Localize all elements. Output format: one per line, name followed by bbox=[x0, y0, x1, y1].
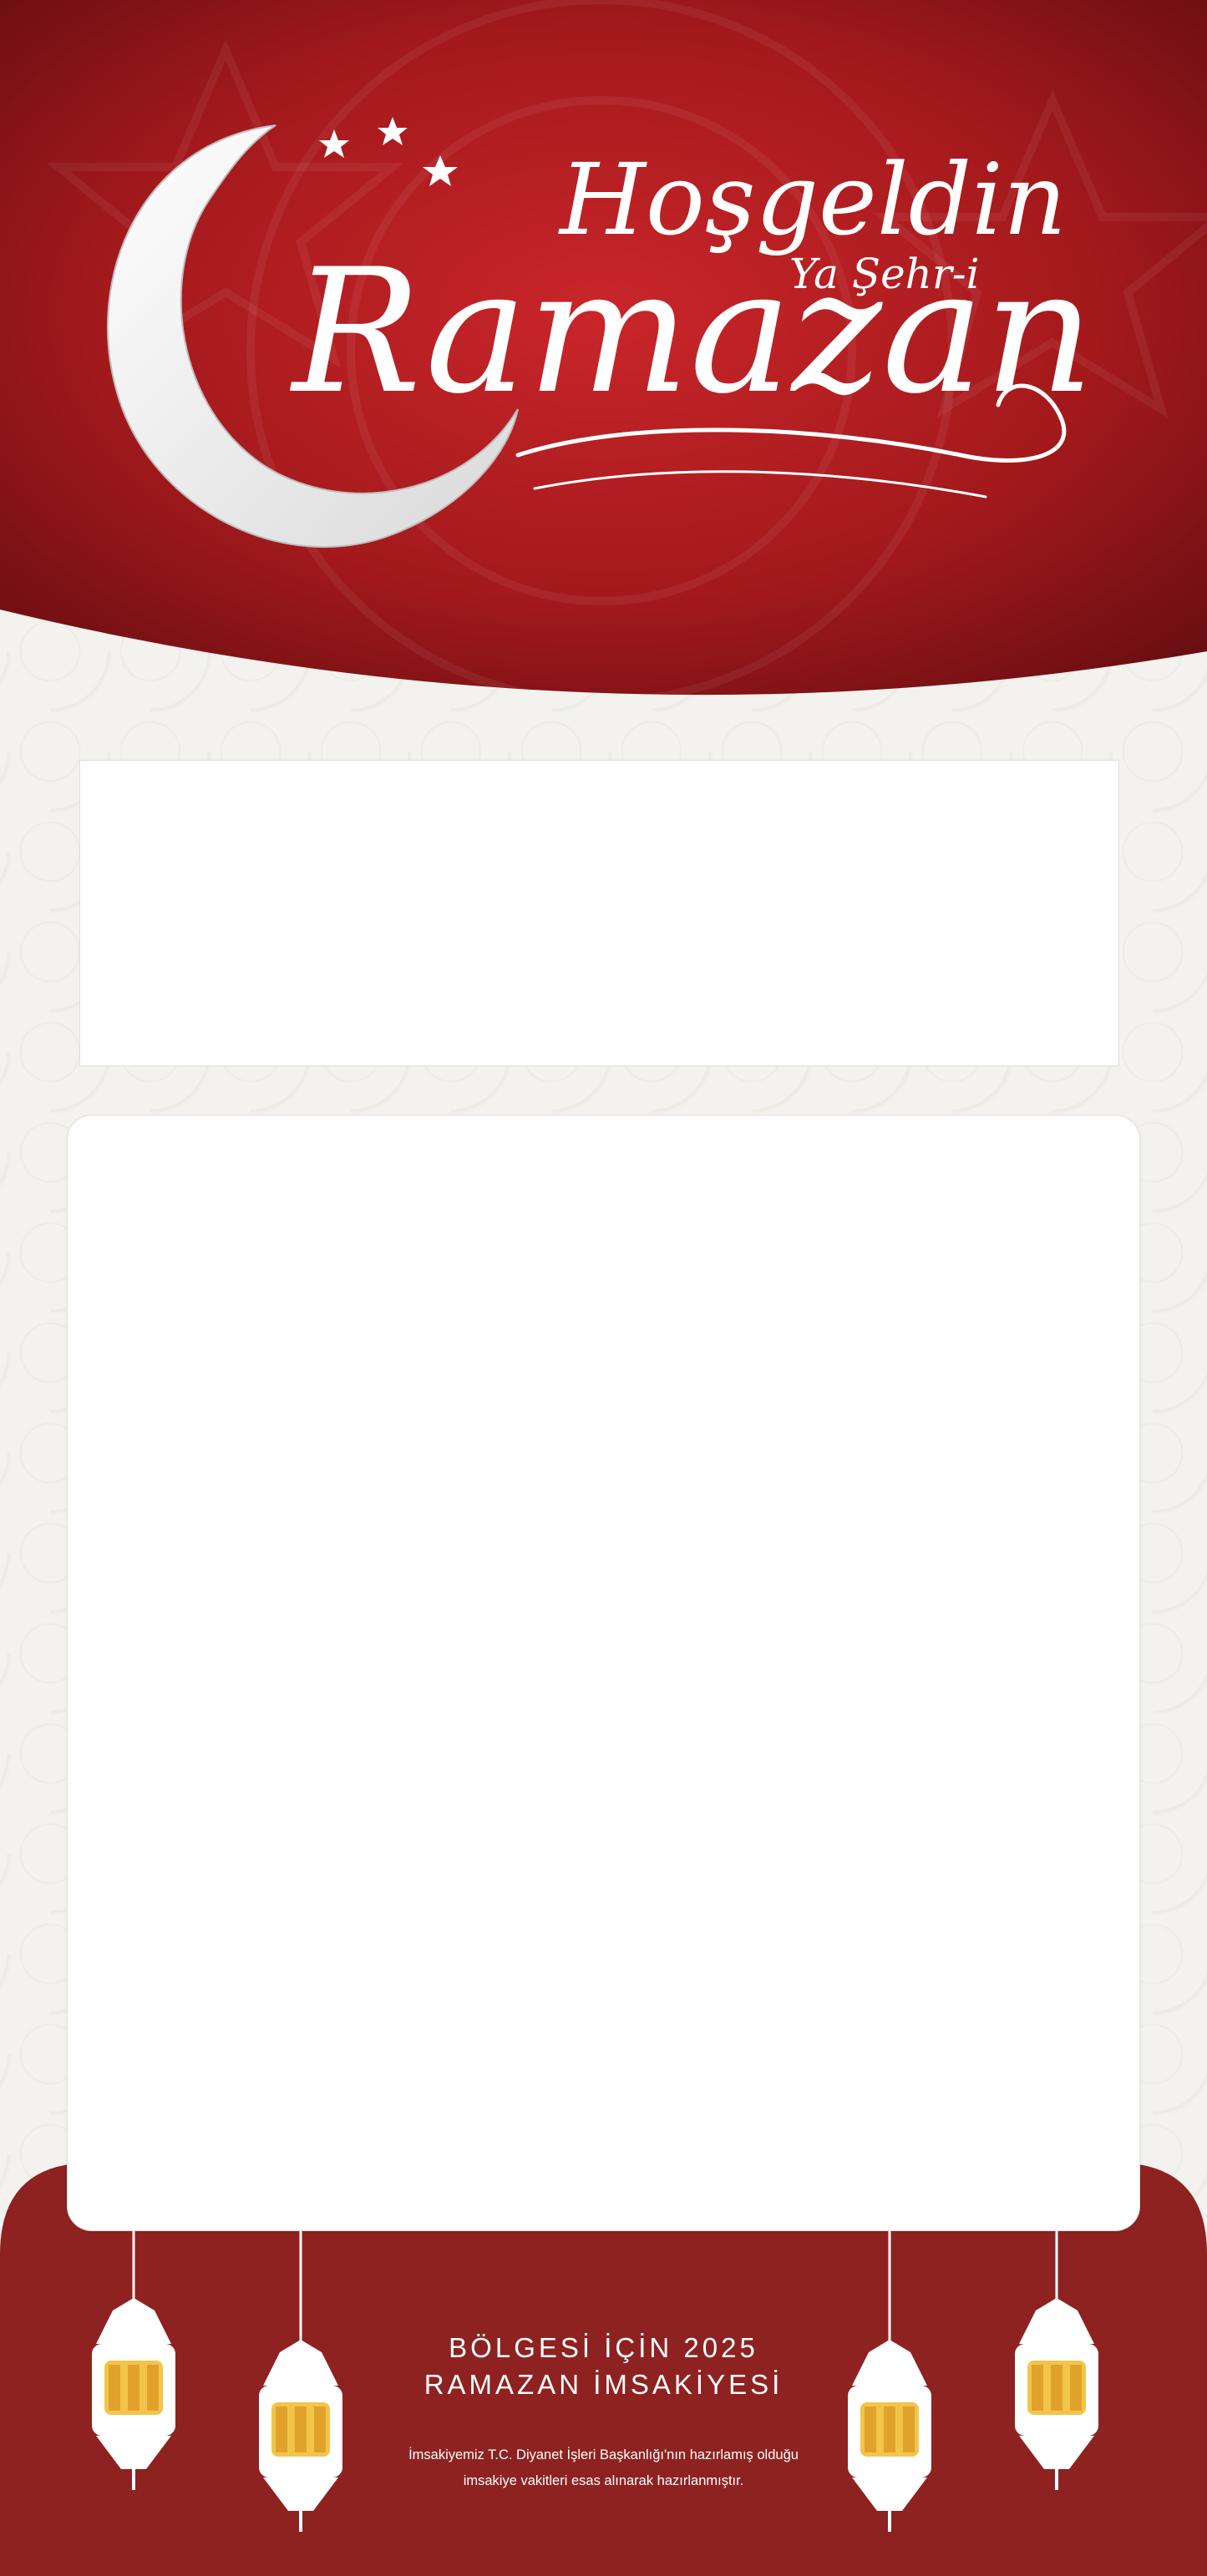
title-text: Ramazan bbox=[289, 233, 1094, 432]
footer-note-line1: İmsakiyemiz T.C. Diyanet İşleri Başkanlı… bbox=[408, 2447, 799, 2462]
footer-title-line1: BÖLGESİ İÇİN 2025 bbox=[449, 2332, 758, 2363]
lantern-icon bbox=[848, 2231, 931, 2532]
lantern-icon bbox=[259, 2231, 342, 2532]
lantern-icon bbox=[1015, 2231, 1098, 2490]
top-info-panel bbox=[79, 760, 1119, 1066]
footer-note: İmsakiyemiz T.C. Diyanet İşleri Başkanlı… bbox=[359, 2442, 848, 2494]
footer-note-line2: imsakiye vakitleri esas alınarak hazırla… bbox=[463, 2473, 744, 2488]
footer-title: BÖLGESİ İÇİN 2025 RAMAZAN İMSAKİYESİ bbox=[359, 2330, 848, 2403]
footer-title-line2: RAMAZAN İMSAKİYESİ bbox=[423, 2369, 784, 2400]
header-banner: Hoşgeldin Ya Şehr-i Ramazan bbox=[0, 0, 1207, 735]
lantern-icon bbox=[92, 2231, 175, 2490]
timetable-panel bbox=[67, 1115, 1140, 2231]
